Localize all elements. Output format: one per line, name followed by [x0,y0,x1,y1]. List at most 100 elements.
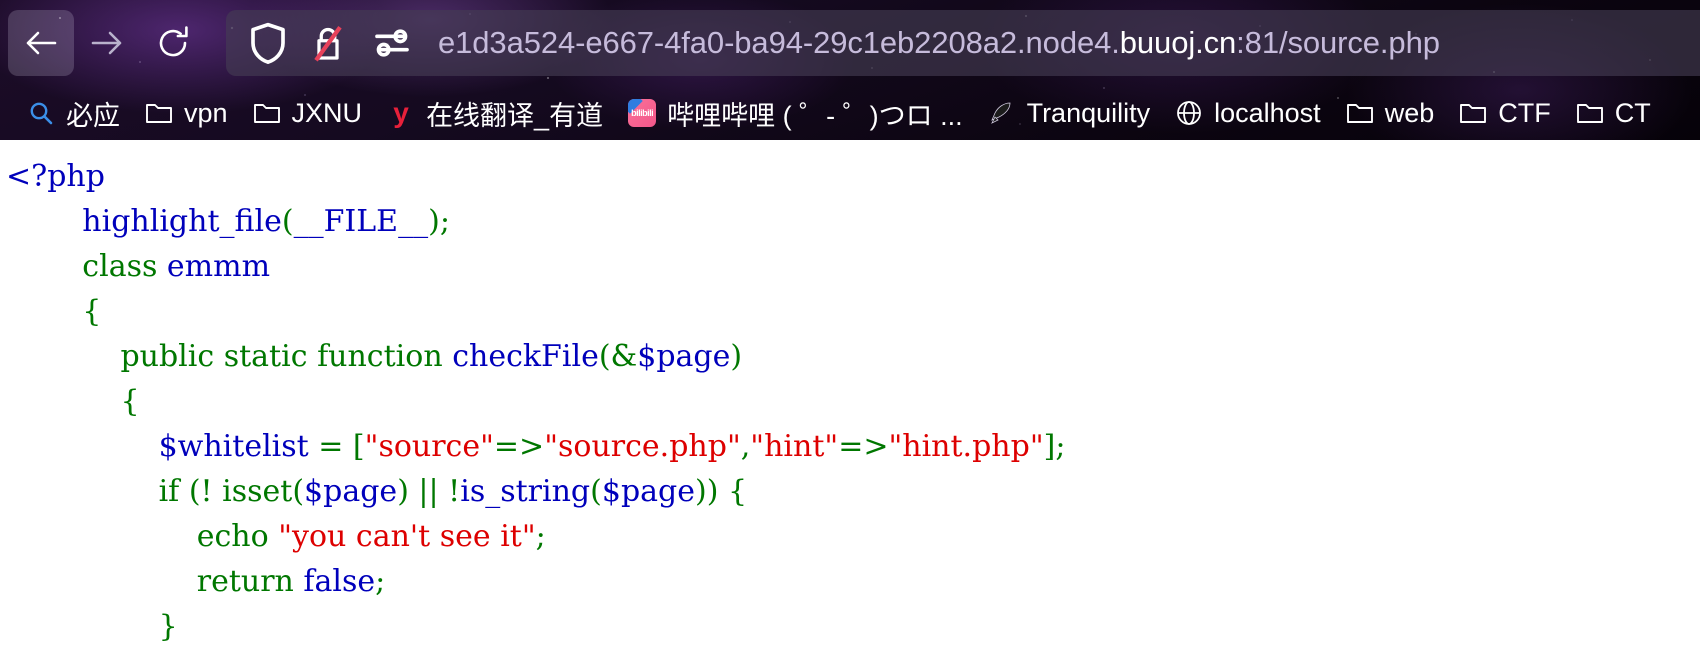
code-token: (! [179,474,223,509]
permissions-icon [375,29,409,57]
code-token: is_string [460,474,591,509]
folder-icon [1575,98,1605,128]
code-token: ]; [1043,429,1066,464]
code-token: $whitelist [158,429,309,464]
bookmark-label: 在线翻译_有道 [426,100,604,131]
bookmark-label: web [1384,97,1435,128]
php-source-listing: <?php highlight_file(__FILE__); class em… [0,154,1700,649]
code-token: )) { [695,474,748,509]
bookmark-label: CT [1614,97,1651,128]
code-token: ) || ! [397,474,461,509]
code-token: <?php [6,159,105,194]
code-token: echo [196,519,269,554]
code-line: echo "you can't see it"; [6,514,1700,559]
code-token: = [ [308,429,365,464]
code-token: public [120,339,215,374]
code-line: $whitelist = ["source"=>"source.php","hi… [6,424,1700,469]
shield-icon [251,22,285,64]
youdao-icon: y [393,97,409,128]
bookmark-ctf[interactable]: CTF [1446,91,1562,135]
site-permissions-button[interactable] [372,23,438,63]
code-token: emmm [166,249,271,284]
bookmark-label: CTF [1498,97,1551,128]
code-line: public static function checkFile(&$page) [6,334,1700,379]
code-token: __FILE__ [293,204,429,239]
bookmark-web[interactable]: web [1333,91,1447,135]
search-icon [26,98,56,128]
bookmark-label: 哔哩哔哩 ( ゜- ゜)つロ ... [667,100,963,131]
code-token: $page [637,339,731,374]
code-token: "you can't see it" [278,519,536,554]
browser-chrome: e1d3a524-e667-4fa0-ba94-29c1eb2208a2.nod… [0,0,1700,140]
code-line: class emmm [6,244,1700,289]
bookmark-label: vpn [184,97,228,128]
code-token: ) [428,204,440,239]
bookmark-vpn[interactable]: vpn [132,91,240,135]
bookmark-tranquility[interactable]: Tranquility [975,91,1163,135]
forward-button[interactable] [74,10,140,76]
code-token: "source" [364,429,494,464]
code-token: "source.php" [544,429,741,464]
code-line: <?php [6,154,1700,199]
code-token: (& [598,339,638,374]
tracker-protection-button[interactable] [310,21,372,65]
code-token: false [303,564,376,599]
code-token: "hint.php" [888,429,1044,464]
url-text[interactable]: e1d3a524-e667-4fa0-ba94-29c1eb2208a2.nod… [438,25,1440,61]
code-token: $page [601,474,695,509]
reload-button[interactable] [140,10,206,76]
bookmark-youdao-translate[interactable]: y 在线翻译_有道 [374,91,615,135]
bookmark-label: 必应 [66,100,120,131]
code-token: { [120,384,140,419]
bookmark-localhost[interactable]: localhost [1162,91,1333,135]
url-prefix: e1d3a524-e667-4fa0-ba94-29c1eb2208a2.nod… [438,25,1120,60]
code-token: "hint" [750,429,839,464]
code-token: highlight_file [82,204,282,239]
code-token: static [223,339,308,374]
code-token: $page [304,474,398,509]
code-token: return [196,564,294,599]
address-bar[interactable]: e1d3a524-e667-4fa0-ba94-29c1eb2208a2.nod… [226,10,1700,76]
code-line: if (! isset($page) || !is_string($page))… [6,469,1700,514]
tracker-blocked-icon [314,26,342,62]
bookmark-bing[interactable]: 必应 [14,91,132,135]
bookmark-label: JXNU [291,97,363,128]
code-token: if [158,474,180,509]
code-line: { [6,379,1700,424]
code-token: checkFile [452,339,599,374]
navigation-toolbar: e1d3a524-e667-4fa0-ba94-29c1eb2208a2.nod… [0,0,1700,86]
rocket-icon [987,98,1017,128]
folder-icon [144,98,174,128]
code-token: ( [292,474,305,509]
bookmark-ctf-overflow[interactable]: CT [1563,91,1663,135]
code-line: { [6,289,1700,334]
code-token: isset [222,474,293,509]
folder-icon [1345,98,1375,128]
code-token: => [493,429,545,464]
back-button[interactable] [8,10,74,76]
bookmarks-toolbar: 必应 vpn JXNU y 在线翻译_有道 bilibili 哔哩哔哩 (゜-… [0,86,1700,140]
code-line: highlight_file(__FILE__); [6,199,1700,244]
folder-icon [1458,98,1488,128]
code-token: ; [439,204,450,239]
shield-button[interactable] [248,21,310,65]
arrow-right-icon [91,31,122,55]
bookmark-bilibili[interactable]: bilibili 哔哩哔哩 ( ゜- ゜)つロ ... [615,91,974,135]
bookmark-label: localhost [1214,97,1321,128]
bookmark-jxnu[interactable]: JXNU [240,91,375,135]
code-token: class [82,249,158,284]
code-token: ; [535,519,546,554]
globe-icon [1174,98,1204,128]
code-token: => [838,429,889,464]
